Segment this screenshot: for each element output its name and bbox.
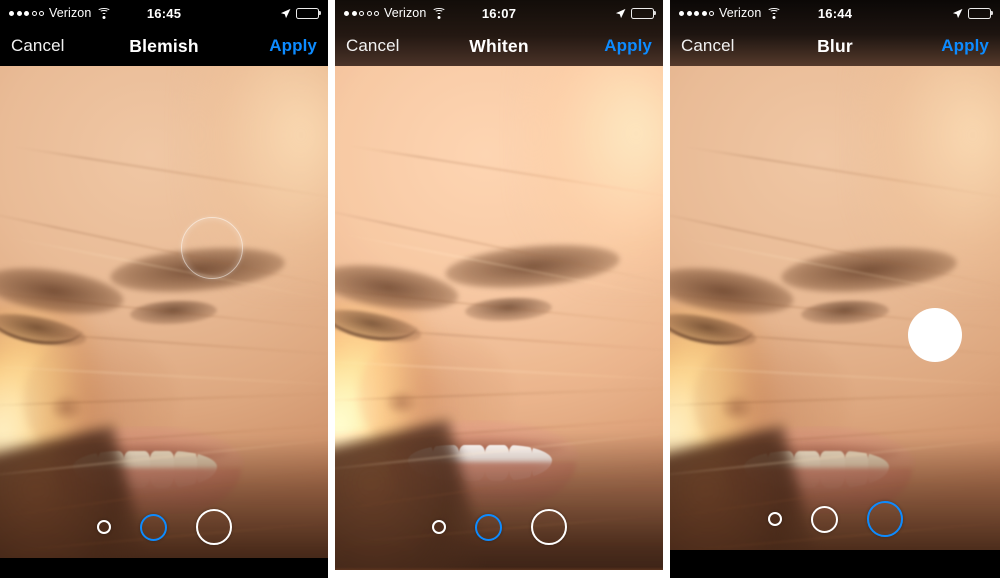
brush-size-medium[interactable] bbox=[139, 513, 167, 541]
home-bar bbox=[670, 550, 1000, 578]
brush-size-small[interactable] bbox=[96, 520, 111, 534]
status-bar: Verizon 16:44 bbox=[670, 0, 1000, 26]
status-bar: Verizon 16:07 bbox=[335, 0, 663, 26]
location-arrow-icon bbox=[615, 8, 626, 18]
wifi-icon bbox=[767, 7, 782, 19]
brush-cursor-ring[interactable] bbox=[181, 217, 243, 279]
brush-dab-solid[interactable] bbox=[908, 308, 962, 362]
carrier-label: Verizon bbox=[384, 6, 427, 20]
carrier-label: Verizon bbox=[719, 6, 762, 20]
nav-bar: Cancel Blur Apply bbox=[670, 26, 1000, 66]
signal-strength-icon bbox=[9, 10, 44, 16]
brush-size-small[interactable] bbox=[767, 512, 782, 526]
photo-canvas-whiten[interactable] bbox=[335, 66, 663, 570]
signal-strength-icon bbox=[344, 10, 379, 16]
brush-size-medium[interactable] bbox=[474, 513, 502, 541]
battery-icon bbox=[968, 7, 991, 19]
home-bar bbox=[0, 558, 328, 578]
cancel-button[interactable]: Cancel bbox=[346, 36, 400, 56]
wifi-icon bbox=[432, 7, 447, 19]
apply-button[interactable]: Apply bbox=[941, 36, 989, 56]
screen-bottom-edge bbox=[335, 567, 663, 570]
status-bar: Verizon 16:45 bbox=[0, 0, 328, 26]
nav-bar: Cancel Blemish Apply bbox=[0, 26, 328, 66]
brush-size-toolbar bbox=[0, 496, 328, 558]
location-arrow-icon bbox=[280, 8, 291, 18]
screenshot-sheet: Verizon 16:45 Cancel Blemish Apply Veriz… bbox=[0, 0, 1000, 578]
nav-bar: Cancel Whiten Apply bbox=[335, 26, 663, 66]
cancel-button[interactable]: Cancel bbox=[681, 36, 735, 56]
cancel-button[interactable]: Cancel bbox=[11, 36, 65, 56]
battery-icon bbox=[296, 7, 319, 19]
brush-size-large[interactable] bbox=[866, 501, 903, 537]
apply-button[interactable]: Apply bbox=[269, 36, 317, 56]
signal-strength-icon bbox=[679, 10, 714, 16]
location-arrow-icon bbox=[952, 8, 963, 18]
battery-icon bbox=[631, 7, 654, 19]
phone-screen-whiten: Verizon 16:07 Cancel Whiten Apply bbox=[335, 0, 663, 570]
brush-size-toolbar bbox=[335, 496, 663, 558]
brush-size-small[interactable] bbox=[431, 520, 446, 534]
wifi-icon bbox=[97, 7, 112, 19]
phone-screen-blur: Verizon 16:44 Cancel Blur Apply bbox=[670, 0, 1000, 578]
brush-size-large[interactable] bbox=[530, 509, 567, 545]
phone-screen-blemish: Verizon 16:45 Cancel Blemish Apply bbox=[0, 0, 328, 578]
brush-size-medium[interactable] bbox=[810, 505, 838, 533]
brush-size-toolbar bbox=[670, 488, 1000, 550]
brush-size-large[interactable] bbox=[195, 509, 232, 545]
apply-button[interactable]: Apply bbox=[604, 36, 652, 56]
hair-strands bbox=[335, 66, 663, 570]
carrier-label: Verizon bbox=[49, 6, 92, 20]
